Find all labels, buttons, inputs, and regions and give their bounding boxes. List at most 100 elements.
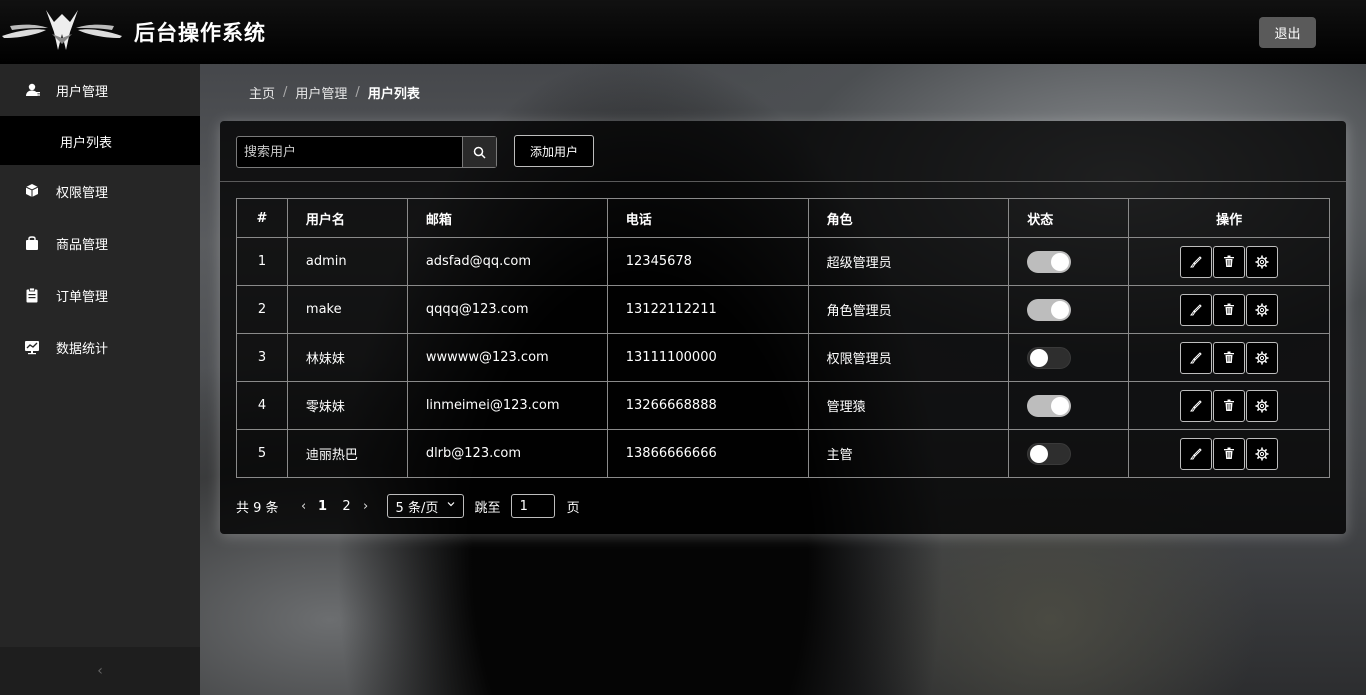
app-title: 后台操作系统 — [134, 21, 266, 45]
cell-operations — [1128, 429, 1330, 478]
cell-phone: 13266668888 — [606, 381, 809, 430]
search-input[interactable] — [237, 137, 462, 167]
edit-button[interactable] — [1180, 245, 1213, 278]
cell-username: admin — [286, 237, 408, 286]
cell-operations — [1128, 333, 1330, 382]
breadcrumb-home[interactable]: 主页 — [249, 83, 275, 102]
assign-role-button[interactable] — [1246, 341, 1279, 374]
jump-page-input[interactable] — [510, 494, 555, 518]
cell-operations — [1128, 237, 1330, 286]
sidebar-subitem-label: 用户列表 — [60, 136, 113, 151]
edit-button[interactable] — [1180, 341, 1213, 374]
sidebar-item-product-management[interactable]: 商品管理 — [0, 217, 200, 269]
cell-state — [1008, 237, 1130, 286]
cell-username: 迪丽热巴 — [286, 429, 408, 478]
gear-icon — [1255, 255, 1269, 268]
toggle-knob — [1051, 252, 1070, 271]
state-toggle[interactable] — [1027, 250, 1072, 273]
sidebar-item-label: 用户管理 — [56, 84, 109, 100]
cell-state — [1008, 285, 1130, 334]
next-page-button[interactable]: › — [359, 499, 373, 514]
bag-icon — [26, 236, 38, 250]
sidebar-item-order-management[interactable]: 订单管理 — [0, 269, 200, 321]
column-header-username: 用户名 — [286, 198, 408, 238]
table-row: 3 林妹妹 wwwww@123.com 13111100000 权限管理员 — [236, 333, 1330, 382]
search-icon — [473, 146, 486, 159]
breadcrumb-user-management[interactable]: 用户管理 — [295, 83, 347, 102]
sidebar-item-statistics[interactable]: 数据统计 — [0, 321, 200, 373]
cell-state — [1008, 429, 1130, 478]
assign-role-button[interactable] — [1246, 437, 1279, 470]
breadcrumb-separator: / — [283, 85, 288, 100]
cell-index: 3 — [236, 333, 288, 382]
edit-icon — [1190, 303, 1202, 315]
jump-label: 跳至 — [474, 500, 501, 516]
assign-role-button[interactable] — [1246, 245, 1279, 278]
chart-monitor-icon — [25, 341, 39, 355]
delete-icon — [1224, 255, 1235, 267]
sidebar-item-permission-management[interactable]: 权限管理 — [0, 165, 200, 217]
chevron-down-icon — [447, 502, 454, 507]
table-row: 1 admin adsfad@qq.com 12345678 超级管理员 — [236, 237, 1330, 286]
table-header-row: # 用户名 邮箱 电话 角色 状态 操作 — [236, 198, 1330, 238]
sidebar-item-label: 订单管理 — [56, 289, 109, 305]
delete-button[interactable] — [1213, 389, 1246, 422]
edit-button[interactable] — [1180, 293, 1213, 326]
edit-icon — [1190, 399, 1202, 411]
cell-email: qqqq@123.com — [406, 285, 608, 334]
delete-button[interactable] — [1213, 245, 1246, 278]
delete-icon — [1224, 399, 1235, 411]
page-number-2[interactable]: 2 — [335, 499, 359, 514]
user-icon — [26, 83, 40, 96]
sidebar-item-user-management[interactable]: 用户管理 — [0, 64, 200, 116]
column-header-state: 状态 — [1008, 198, 1130, 238]
cell-username: 零妹妹 — [286, 381, 408, 430]
cell-operations — [1128, 285, 1330, 334]
page-number-1[interactable]: 1 — [311, 499, 335, 514]
cell-email: linmeimei@123.com — [406, 381, 608, 430]
cell-email: dlrb@123.com — [406, 429, 608, 478]
cell-role: 超级管理员 — [807, 237, 1010, 286]
breadcrumb-current: 用户列表 — [367, 87, 420, 102]
cell-index: 2 — [236, 285, 288, 334]
page-suffix-label: 页 — [566, 500, 580, 516]
prev-page-button[interactable]: ‹ — [297, 499, 311, 514]
pagination: 共 9 条 ‹ 1 2 › 5 条/页 跳至 页 — [236, 494, 580, 518]
sidebar-item-label: 权限管理 — [56, 185, 109, 201]
table-row: 5 迪丽热巴 dlrb@123.com 13866666666 主管 — [236, 429, 1330, 478]
cube-icon — [25, 184, 39, 197]
column-header-role: 角色 — [807, 198, 1010, 238]
breadcrumb-separator: / — [355, 85, 360, 100]
state-toggle[interactable] — [1027, 346, 1072, 369]
user-table: # 用户名 邮箱 电话 角色 状态 操作 1 admin adsfad@qq.com… — [236, 198, 1330, 478]
assign-role-button[interactable] — [1246, 389, 1279, 422]
cell-username: make — [286, 285, 408, 334]
edit-button[interactable] — [1180, 389, 1213, 422]
gear-icon — [1255, 351, 1269, 364]
sidebar-subitem-user-list[interactable]: 用户列表 — [0, 116, 200, 165]
sidebar-item-label: 商品管理 — [56, 237, 109, 253]
assign-role-button[interactable] — [1246, 293, 1279, 326]
delete-button[interactable] — [1213, 341, 1246, 374]
cell-email: adsfad@qq.com — [406, 237, 608, 286]
sidebar-collapse-toggle[interactable]: ‹ — [0, 647, 200, 695]
delete-button[interactable] — [1213, 437, 1246, 470]
toggle-knob — [1030, 444, 1049, 463]
search-button[interactable] — [462, 137, 496, 167]
delete-icon — [1224, 351, 1235, 363]
logout-button[interactable]: 退出 — [1259, 17, 1316, 48]
add-user-button[interactable]: 添加用户 — [514, 135, 594, 167]
state-toggle[interactable] — [1027, 394, 1072, 417]
delete-button[interactable] — [1213, 293, 1246, 326]
cell-role: 角色管理员 — [807, 285, 1010, 334]
state-toggle[interactable] — [1027, 298, 1072, 321]
page-size-select[interactable]: 5 条/页 — [386, 494, 464, 518]
cell-role: 主管 — [807, 429, 1010, 478]
cell-role: 管理猿 — [807, 381, 1010, 430]
edit-button[interactable] — [1180, 437, 1213, 470]
gear-icon — [1255, 399, 1269, 412]
toggle-knob — [1051, 396, 1070, 415]
state-toggle[interactable] — [1027, 442, 1072, 465]
cell-phone: 13866666666 — [606, 429, 809, 478]
edit-icon — [1190, 351, 1202, 363]
